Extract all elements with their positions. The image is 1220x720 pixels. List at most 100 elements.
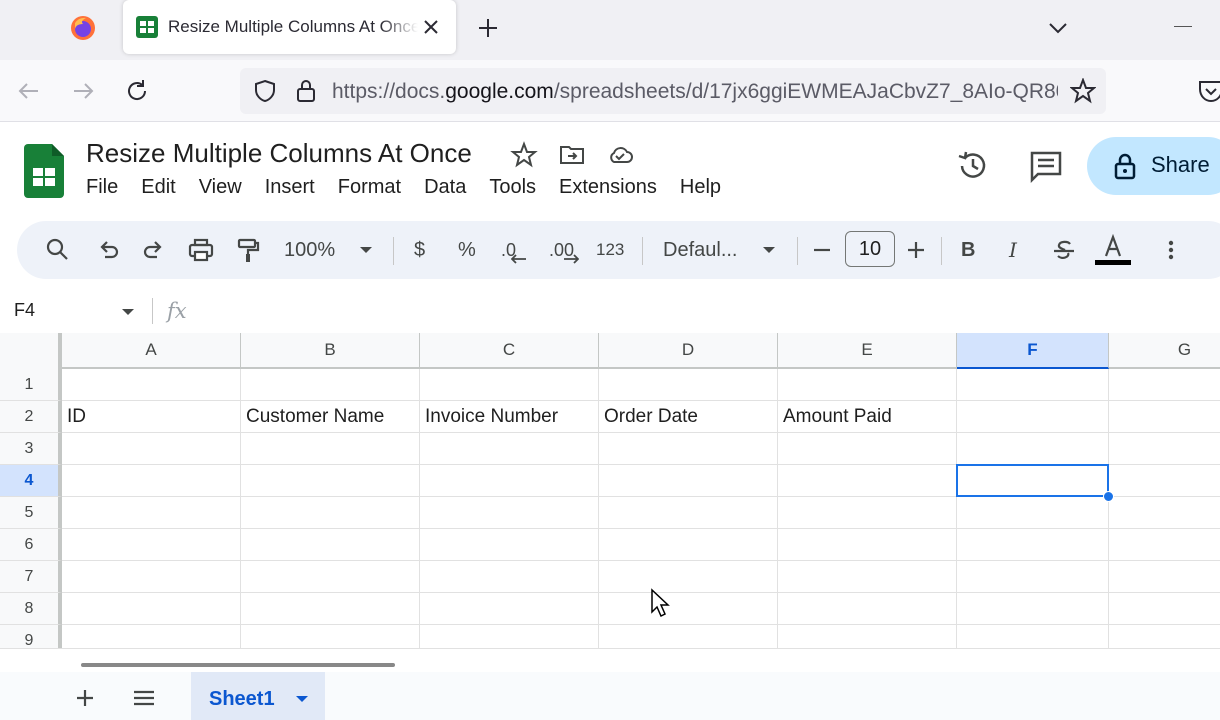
cell-e4[interactable] xyxy=(778,465,957,497)
column-header-d[interactable]: D xyxy=(599,333,778,367)
menu-extensions[interactable]: Extensions xyxy=(559,176,657,204)
cell-d9[interactable] xyxy=(599,625,778,648)
star-icon[interactable] xyxy=(1070,78,1096,104)
row-header-2[interactable]: 2 xyxy=(0,401,62,433)
decrease-decimal-button[interactable]: .0 xyxy=(501,234,531,266)
menu-file[interactable]: File xyxy=(86,176,118,204)
cell-a5[interactable] xyxy=(62,497,241,529)
cell-b4[interactable] xyxy=(241,465,420,497)
search-menus-icon[interactable] xyxy=(45,234,71,266)
cell-c1[interactable] xyxy=(420,369,599,401)
document-title[interactable]: Resize Multiple Columns At Once xyxy=(86,138,472,169)
cell-b2[interactable]: Customer Name xyxy=(241,401,420,433)
cell-g7[interactable] xyxy=(1109,561,1220,593)
forward-arrow-icon[interactable] xyxy=(69,77,97,105)
cell-c7[interactable] xyxy=(420,561,599,593)
font-family-select[interactable]: Defaul... xyxy=(663,234,737,266)
cell-f7[interactable] xyxy=(957,561,1109,593)
comments-icon[interactable] xyxy=(1028,148,1064,184)
cell-f5[interactable] xyxy=(957,497,1109,529)
cell-a7[interactable] xyxy=(62,561,241,593)
row-header-7[interactable]: 7 xyxy=(0,561,62,593)
format-percent-button[interactable]: % xyxy=(458,234,476,266)
cell-a4[interactable] xyxy=(62,465,241,497)
horizontal-scrollbar[interactable] xyxy=(81,663,395,667)
cell-d7[interactable] xyxy=(599,561,778,593)
select-all-corner[interactable] xyxy=(0,333,62,369)
cell-e5[interactable] xyxy=(778,497,957,529)
zoom-dropdown-caret-icon[interactable] xyxy=(359,234,373,266)
cell-g1[interactable] xyxy=(1109,369,1220,401)
sheet-tab-sheet1[interactable]: Sheet1 xyxy=(191,672,325,720)
column-header-g[interactable]: G xyxy=(1109,333,1220,367)
column-header-e[interactable]: E xyxy=(778,333,957,367)
font-dropdown-caret-icon[interactable] xyxy=(762,234,776,266)
cell-g2[interactable] xyxy=(1109,401,1220,433)
cell-d1[interactable] xyxy=(599,369,778,401)
format-currency-button[interactable]: $ xyxy=(414,234,425,266)
strikethrough-icon[interactable] xyxy=(1051,234,1077,266)
cell-c8[interactable] xyxy=(420,593,599,625)
share-button[interactable]: Share xyxy=(1087,137,1220,195)
row-header-5[interactable]: 5 xyxy=(0,497,62,529)
cell-a3[interactable] xyxy=(62,433,241,465)
increase-decimal-button[interactable]: .00 xyxy=(549,234,583,266)
cell-c6[interactable] xyxy=(420,529,599,561)
cell-d8[interactable] xyxy=(599,593,778,625)
chevron-down-icon[interactable] xyxy=(1044,14,1072,42)
cloud-saved-icon[interactable] xyxy=(606,141,634,169)
cell-e9[interactable] xyxy=(778,625,957,648)
new-tab-plus-icon[interactable] xyxy=(474,14,502,42)
cell-d5[interactable] xyxy=(599,497,778,529)
menu-insert[interactable]: Insert xyxy=(265,176,315,204)
decrease-font-size-icon[interactable] xyxy=(811,234,833,266)
bold-button[interactable]: B xyxy=(961,234,975,266)
cell-g8[interactable] xyxy=(1109,593,1220,625)
selected-cell-f4[interactable] xyxy=(956,464,1109,497)
cell-c5[interactable] xyxy=(420,497,599,529)
move-folder-icon[interactable] xyxy=(558,141,586,169)
cell-d2[interactable]: Order Date xyxy=(599,401,778,433)
cell-c2[interactable]: Invoice Number xyxy=(420,401,599,433)
column-header-b[interactable]: B xyxy=(241,333,420,367)
cell-g4[interactable] xyxy=(1109,465,1220,497)
cell-b7[interactable] xyxy=(241,561,420,593)
menu-help[interactable]: Help xyxy=(680,176,721,204)
cell-e1[interactable] xyxy=(778,369,957,401)
column-header-a[interactable]: A xyxy=(62,333,241,367)
cell-e6[interactable] xyxy=(778,529,957,561)
pocket-icon[interactable] xyxy=(1198,79,1220,103)
text-color-button[interactable] xyxy=(1095,234,1131,266)
minimize-icon[interactable] xyxy=(1174,26,1192,27)
url-text[interactable]: https://docs.google.com/spreadsheets/d/1… xyxy=(332,80,1058,104)
cell-e2[interactable]: Amount Paid xyxy=(778,401,957,433)
fill-handle[interactable] xyxy=(1103,491,1114,502)
cell-f1[interactable] xyxy=(957,369,1109,401)
increase-font-size-icon[interactable] xyxy=(905,234,927,266)
star-icon[interactable] xyxy=(510,141,538,169)
firefox-logo[interactable] xyxy=(70,15,96,41)
cell-a9[interactable] xyxy=(62,625,241,648)
cell-d3[interactable] xyxy=(599,433,778,465)
more-formats-button[interactable]: 123 xyxy=(596,234,624,266)
menu-tools[interactable]: Tools xyxy=(489,176,536,204)
cell-b9[interactable] xyxy=(241,625,420,648)
zoom-value[interactable]: 100% xyxy=(284,234,335,266)
browser-tab-active[interactable]: Resize Multiple Columns At Once xyxy=(123,0,456,54)
cell-g9[interactable] xyxy=(1109,625,1220,648)
cell-b3[interactable] xyxy=(241,433,420,465)
shield-icon[interactable] xyxy=(252,78,278,104)
row-header-9[interactable]: 9 xyxy=(0,625,62,648)
menu-edit[interactable]: Edit xyxy=(141,176,175,204)
column-header-c[interactable]: C xyxy=(420,333,599,367)
sheets-logo-icon[interactable] xyxy=(24,144,64,198)
row-header-1[interactable]: 1 xyxy=(0,369,62,401)
cell-e7[interactable] xyxy=(778,561,957,593)
cell-c3[interactable] xyxy=(420,433,599,465)
cell-a6[interactable] xyxy=(62,529,241,561)
menu-view[interactable]: View xyxy=(199,176,242,204)
cell-f3[interactable] xyxy=(957,433,1109,465)
cell-d6[interactable] xyxy=(599,529,778,561)
row-header-6[interactable]: 6 xyxy=(0,529,62,561)
close-icon[interactable] xyxy=(419,15,443,39)
